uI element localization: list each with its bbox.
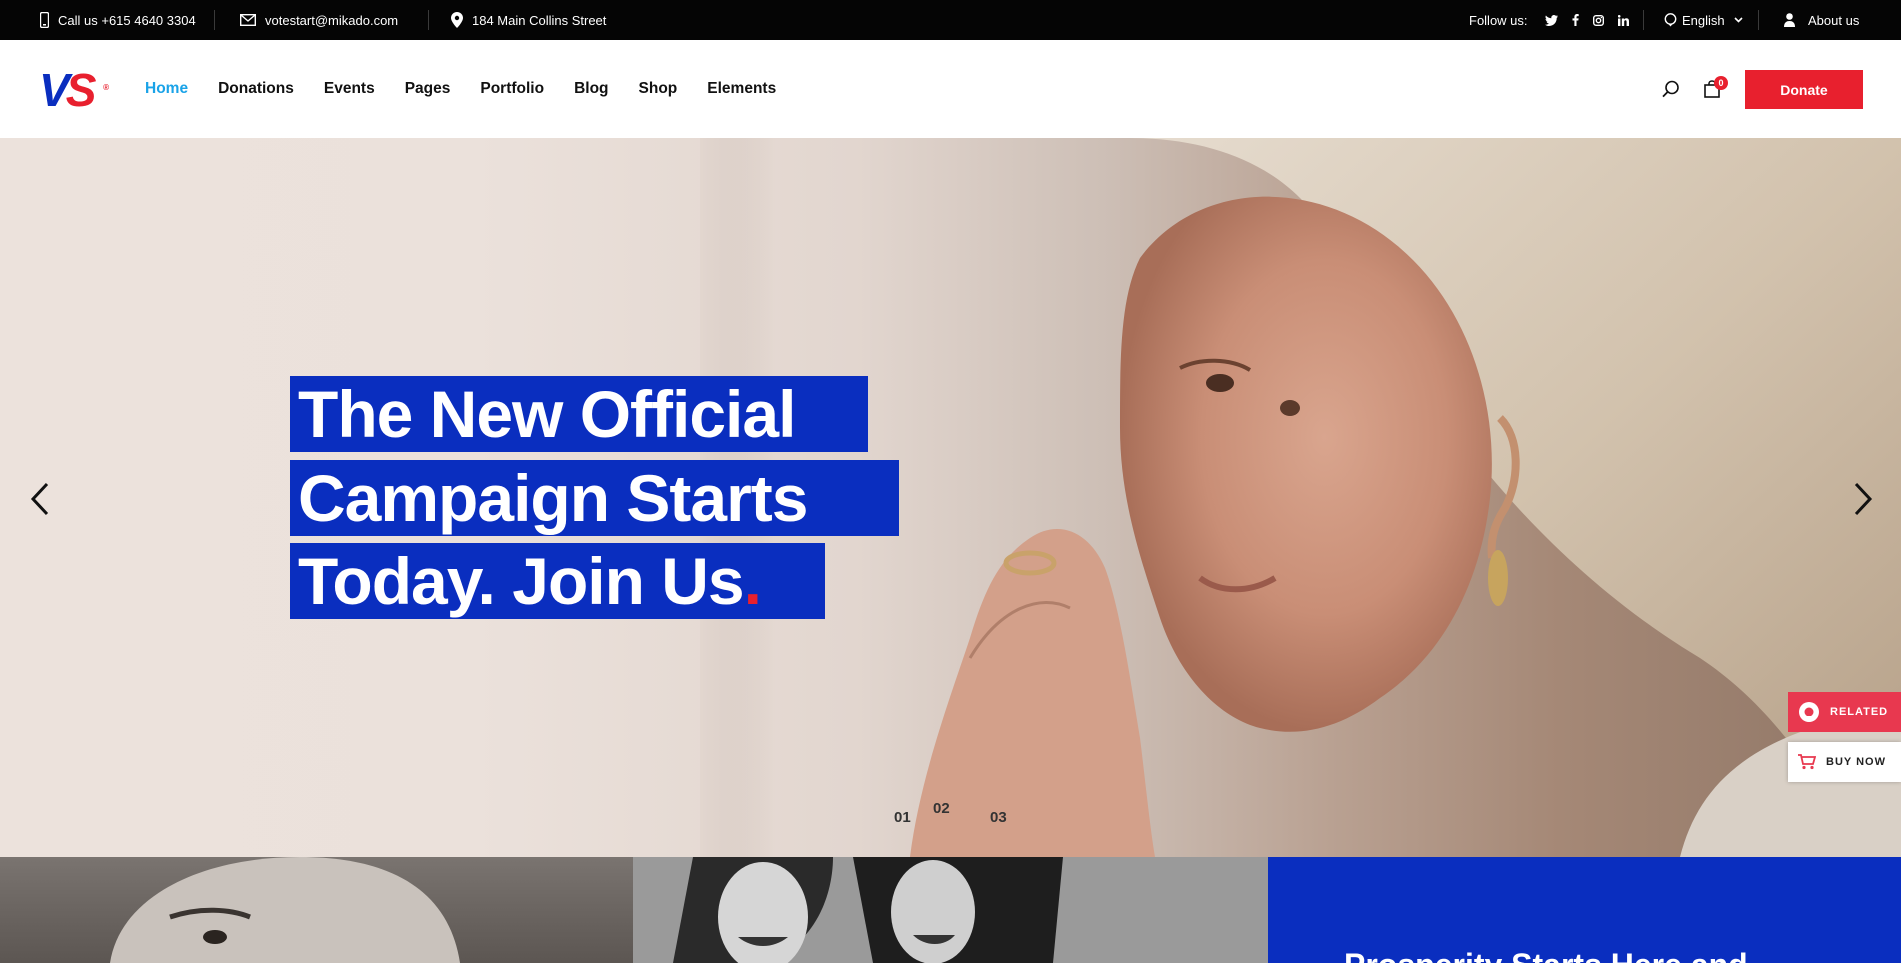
buy-now-label: BUY NOW	[1826, 756, 1886, 768]
next-slide-arrow-icon[interactable]	[1853, 482, 1873, 516]
headline-accent-dot: .	[743, 544, 762, 618]
nav-shop[interactable]: Shop	[639, 80, 678, 98]
main-header: VS ® Home Donations Events Pages Portfoli…	[0, 40, 1901, 138]
buy-now-tab[interactable]: BUY NOW	[1788, 742, 1901, 782]
language-selector[interactable]: English	[1664, 0, 1743, 40]
nav-elements[interactable]: Elements	[707, 80, 776, 98]
slide-page-2-active[interactable]: 02	[933, 800, 950, 817]
headline-line-2: Campaign Starts	[290, 460, 899, 536]
headline-line-3: Today. Join Us.	[290, 543, 825, 619]
location-pin-icon	[451, 12, 463, 28]
about-us-label: About us	[1808, 12, 1860, 28]
bottom-blue-panel: Prosperity Starts Here and	[1268, 857, 1901, 963]
nav-events[interactable]: Events	[324, 80, 375, 98]
top-bar: Call us +615 4640 3304 votestart@mikado.…	[0, 0, 1901, 40]
headline-line-3-text: Today. Join Us	[298, 544, 745, 618]
nav-home[interactable]: Home	[145, 80, 188, 98]
nav-donations[interactable]: Donations	[218, 80, 294, 98]
nav-portfolio[interactable]: Portfolio	[480, 80, 544, 98]
email-text: votestart@mikado.com	[265, 12, 399, 28]
divider	[1758, 10, 1759, 30]
user-icon	[1784, 13, 1795, 27]
headline-line-1: The New Official	[290, 376, 868, 452]
search-icon[interactable]	[1662, 80, 1680, 98]
instagram-icon[interactable]	[1592, 14, 1604, 26]
twitter-icon[interactable]	[1544, 14, 1558, 26]
prev-slide-arrow-icon[interactable]	[30, 482, 50, 516]
slide-page-3[interactable]: 03	[990, 809, 1007, 826]
about-us-link[interactable]: About us	[1784, 0, 1859, 40]
chevron-down-icon	[1734, 17, 1743, 23]
mail-icon	[240, 14, 256, 26]
bottom-panel-title: Prosperity Starts Here and	[1344, 947, 1748, 963]
bottom-image-laughing-women	[633, 857, 1268, 963]
language-label: English	[1682, 12, 1725, 28]
slide-page-1[interactable]: 01	[894, 809, 911, 826]
nav-blog[interactable]: Blog	[574, 80, 608, 98]
follow-us: Follow us:	[1469, 0, 1629, 40]
logo-letter-v: V	[39, 64, 70, 116]
logo-letter-s: S	[65, 64, 97, 116]
nav-pages[interactable]: Pages	[405, 80, 451, 98]
hero-slider: The New Official Campaign Starts Today. …	[0, 138, 1901, 857]
cart-count-badge: 0	[1714, 76, 1728, 90]
elderly-man-photo	[110, 857, 460, 963]
site-logo[interactable]: VS ®	[39, 64, 109, 116]
laughing-women-photo	[633, 857, 1268, 963]
globe-icon	[1664, 13, 1677, 27]
related-label: RELATED	[1830, 706, 1889, 718]
phone-text: Call us +615 4640 3304	[58, 12, 196, 28]
facebook-icon[interactable]	[1572, 14, 1579, 26]
divider	[214, 10, 215, 30]
email-contact[interactable]: votestart@mikado.com	[240, 0, 398, 40]
donate-button[interactable]: Donate	[1745, 70, 1863, 109]
logo-registered-mark: ®	[103, 83, 109, 92]
follow-label: Follow us:	[1469, 12, 1528, 28]
cart-icon	[1798, 754, 1816, 770]
phone-contact[interactable]: Call us +615 4640 3304	[40, 0, 196, 40]
bottom-image-elderly-man	[0, 857, 633, 963]
related-bubble-icon	[1799, 702, 1819, 722]
divider	[428, 10, 429, 30]
address-text: 184 Main Collins Street	[472, 12, 607, 28]
main-nav: Home Donations Events Pages Portfolio Bl…	[145, 40, 806, 138]
divider	[1643, 10, 1644, 30]
phone-icon	[40, 12, 49, 28]
address-contact[interactable]: 184 Main Collins Street	[451, 0, 606, 40]
related-tab[interactable]: RELATED	[1788, 692, 1901, 732]
linkedin-icon[interactable]	[1617, 14, 1629, 26]
